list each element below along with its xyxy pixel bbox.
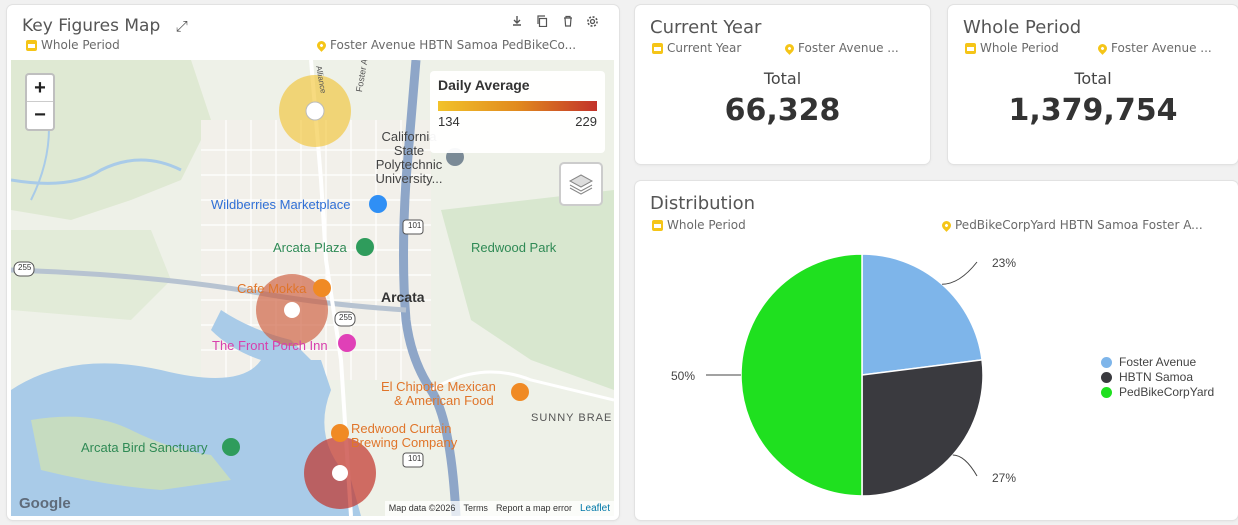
map-locations: Foster Avenue HBTN Samoa PedBikeCo... <box>315 38 577 52</box>
current-year-card: Current Year Current Year Foster Avenue … <box>635 5 930 164</box>
distribution-locations: PedBikeCorpYard HBTN Samoa Foster A... <box>940 218 1203 232</box>
label-front-porch: The Front Porch Inn <box>212 338 328 353</box>
current-year-location: Foster Avenue ... <box>783 41 899 55</box>
map-locations-text: Foster Avenue HBTN Samoa PedBikeCo... <box>330 38 577 52</box>
label-arcata-plaza: Arcata Plaza <box>273 240 347 255</box>
legend-label-hbtn-samoa: HBTN Samoa <box>1119 370 1194 384</box>
legend-label-foster-avenue: Foster Avenue <box>1119 355 1197 369</box>
legend-item-pedbikecorpyard[interactable]: PedBikeCorpYard <box>1101 385 1214 399</box>
report-link[interactable]: Report a map error <box>496 503 572 514</box>
location-pin-icon <box>315 38 328 52</box>
whole-period-period: Whole Period <box>965 41 1059 55</box>
whole-period-location: Foster Avenue ... <box>1096 41 1212 55</box>
whole-period-location-text: Foster Avenue ... <box>1111 41 1212 55</box>
map-period-text: Whole Period <box>41 38 120 52</box>
map-period: Whole Period <box>26 38 120 52</box>
terms-link[interactable]: Terms <box>463 503 488 514</box>
legend-swatch-hbtn-samoa <box>1101 371 1112 383</box>
map-data-text: Map data ©2026 <box>388 503 456 513</box>
map-attribution: Map data ©2026 Terms Report a map error … <box>384 501 614 516</box>
current-year-total-label: Total <box>763 69 802 88</box>
current-year-total-value: 66,328 <box>724 93 841 128</box>
legend-max: 229 <box>575 114 597 129</box>
label-hwy-255-b: 255 <box>339 313 353 322</box>
layers-button[interactable] <box>559 162 603 206</box>
distribution-locations-text: PedBikeCorpYard HBTN Samoa Foster A... <box>955 218 1203 232</box>
calendar-icon <box>652 219 663 231</box>
location-pin-icon <box>783 41 796 55</box>
legend-swatch-pedbikecorpyard <box>1101 386 1112 398</box>
location-pin-icon <box>1096 41 1109 55</box>
calendar-icon <box>652 42 663 54</box>
distribution-period: Whole Period <box>652 218 746 232</box>
zoom-out-button[interactable]: − <box>27 102 53 129</box>
label-el-chipotle-1: El Chipotle Mexican <box>381 379 496 394</box>
map-title-text: Key Figures Map <box>22 16 161 36</box>
current-year-period: Current Year <box>652 41 741 55</box>
calendar-icon <box>26 39 37 51</box>
legend-gradient <box>438 101 597 111</box>
download-icon[interactable] <box>511 15 523 30</box>
label-el-chipotle-2: & American Food <box>394 393 494 408</box>
current-year-period-text: Current Year <box>667 41 742 55</box>
current-year-title: Current Year <box>650 17 762 38</box>
label-hwy-101-b: 101 <box>408 454 422 463</box>
whole-period-total-value: 1,379,754 <box>1008 93 1178 128</box>
label-arcata: Arcata <box>381 289 425 305</box>
whole-period-title: Whole Period <box>963 17 1082 38</box>
copy-icon[interactable] <box>536 15 548 30</box>
zoom-in-button[interactable]: + <box>27 75 53 102</box>
label-redwood-curtain-1: Redwood Curtain <box>351 421 452 436</box>
expand-icon[interactable]: ⤢ <box>176 17 188 35</box>
label-sunny-brae: SUNNY BRAE <box>531 412 613 424</box>
map-canvas[interactable]: Foster Ave Alliance California State Pol… <box>11 60 614 516</box>
map-legend: Daily Average 134 229 <box>430 71 605 153</box>
distribution-title: Distribution <box>650 193 756 214</box>
whole-period-total-label: Total <box>1074 69 1112 88</box>
location-pin-icon <box>940 218 953 232</box>
label-hwy-101: 101 <box>408 221 422 230</box>
label-redwood-curtain-2: Brewing Company <box>351 435 458 450</box>
gear-icon[interactable] <box>586 15 599 31</box>
label-hwy-255: 255 <box>18 263 32 272</box>
label-cafe-mokka: Cafe Mokka <box>237 281 307 296</box>
distribution-card: Distribution Whole Period PedBikeCorpYar… <box>635 181 1238 520</box>
label-wildberries: Wildberries Marketplace <box>211 197 351 212</box>
legend-item-hbtn-samoa[interactable]: HBTN Samoa <box>1101 370 1193 384</box>
leaflet-link[interactable]: Leaflet <box>580 503 610 514</box>
whole-period-card: Whole Period Whole Period Foster Avenue … <box>948 5 1238 164</box>
legend-label-pedbikecorpyard: PedBikeCorpYard <box>1119 385 1215 399</box>
calendar-icon <box>965 42 976 54</box>
legend-swatch-foster-avenue <box>1101 356 1112 368</box>
label-redwood-park: Redwood Park <box>471 240 557 255</box>
layers-icon <box>568 174 594 195</box>
distribution-period-text: Whole Period <box>667 218 746 232</box>
map-card-title: Key Figures Map ⤢ <box>22 16 188 36</box>
key-figures-map-card: Key Figures Map ⤢ Whole Period Foster Av… <box>7 5 619 520</box>
legend-title: Daily Average <box>438 77 530 93</box>
current-year-location-text: Foster Avenue ... <box>798 41 899 55</box>
whole-period-period-text: Whole Period <box>980 41 1059 55</box>
zoom-control: + − <box>25 73 55 131</box>
label-bird-sanctuary: Arcata Bird Sanctuary <box>81 440 208 455</box>
google-logo: Google <box>19 495 71 512</box>
legend-item-foster-avenue[interactable]: Foster Avenue <box>1101 355 1196 369</box>
trash-icon[interactable] <box>562 15 574 30</box>
legend-min: 134 <box>438 114 460 129</box>
